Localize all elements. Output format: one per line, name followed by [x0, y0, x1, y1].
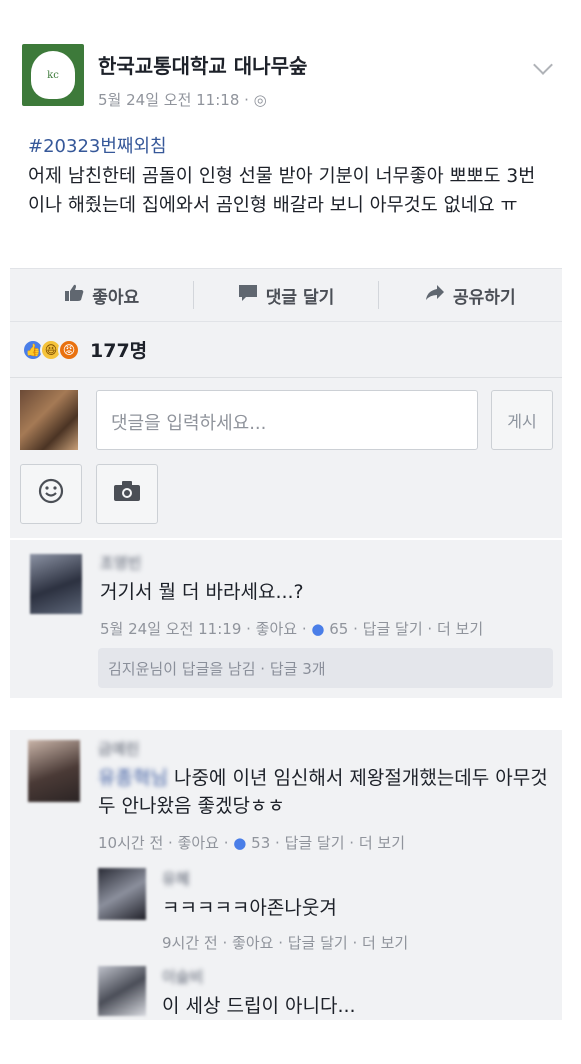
post-action-bar: 좋아요 댓글 달기 공유하기: [10, 268, 562, 322]
comment-bubble-icon: [238, 284, 258, 307]
post-text: 어제 남친한테 곰돌이 인형 선물 받아 기분이 너무좋아 뽀뽀도 3번이나 해…: [28, 166, 536, 216]
angry-icon: 😡: [58, 338, 80, 361]
post-header: kc 한국교통대학교 대나무숲 5월 24일 오전 11:18 · ◎: [10, 30, 562, 110]
reply-like-link[interactable]: 좋아요: [232, 934, 273, 952]
hashtag-link[interactable]: #20323번째외침: [28, 132, 544, 158]
reply-time[interactable]: 9시간 전 ·: [162, 934, 232, 952]
chevron-down-icon[interactable]: [533, 55, 553, 75]
comment-button[interactable]: 댓글 달기: [194, 269, 377, 321]
like-button-label: 좋아요: [92, 287, 140, 308]
comment-input[interactable]: 댓글을 입력하세요...: [96, 390, 478, 450]
comment-text: 거기서 뭘 더 바라세요...?: [100, 581, 304, 603]
post-card: kc 한국교통대학교 대나무숲 5월 24일 오전 11:18 · ◎ #203…: [10, 30, 562, 220]
comment-composer: 댓글을 입력하세요... 게시: [10, 378, 562, 538]
comment-item: 조영빈 거기서 뭘 더 바라세요...? 5월 24일 오전 11:19 · 좋…: [10, 540, 562, 698]
comment-time[interactable]: 5월 24일 오전 11:19 ·: [100, 620, 256, 638]
photo-button[interactable]: [96, 464, 158, 524]
page-logo: kc: [31, 51, 75, 99]
reply-link[interactable]: 답글 달기: [288, 934, 348, 952]
reactions-summary[interactable]: 👍 😆 😡 177명: [10, 322, 562, 378]
like-icon: ●: [311, 620, 325, 638]
reaction-count: 177명: [90, 340, 148, 362]
comment-author[interactable]: 조영빈: [100, 552, 141, 573]
emoji-button[interactable]: [20, 464, 82, 524]
avatar: [20, 390, 78, 450]
avatar[interactable]: [30, 554, 82, 614]
comment-like-link[interactable]: 좋아요: [178, 834, 219, 852]
reply-text: ㅋㅋㅋㅋㅋ아존나웃겨: [162, 897, 337, 919]
reaction-count[interactable]: 65: [329, 620, 348, 638]
avatar[interactable]: [98, 966, 146, 1016]
comment-author[interactable]: 금예린: [98, 738, 139, 759]
more-link[interactable]: 더 보기: [362, 934, 408, 952]
reply-author[interactable]: 유혜: [162, 868, 190, 889]
avatar[interactable]: [28, 740, 80, 802]
comment-text: 유종혁님 나중에 이년 임신해서 제왕절개했는데두 아무것두 안나왔음 좋겠당ㅎ…: [98, 764, 553, 820]
reply-link[interactable]: 답글 달기: [363, 620, 423, 638]
post-header-text: 한국교통대학교 대나무숲 5월 24일 오전 11:18 · ◎: [98, 50, 307, 110]
page-name[interactable]: 한국교통대학교 대나무숲: [98, 50, 307, 79]
reply-meta: 9시간 전 · 좋아요 · 답글 달기 · 더 보기: [162, 934, 409, 952]
tagged-user[interactable]: 유종혁님: [98, 767, 168, 789]
post-body: #20323번째외침 어제 남친한테 곰돌이 인형 선물 받아 기분이 너무좋아…: [10, 122, 562, 220]
like-icon: ●: [233, 834, 247, 852]
post-timestamp[interactable]: 5월 24일 오전 11:18 · ◎: [98, 89, 307, 110]
comment-item: 금예린 유종혁님 나중에 이년 임신해서 제왕절개했는데두 아무것두 안나왔음 …: [10, 730, 562, 1020]
camera-icon: [113, 480, 141, 508]
reaction-count[interactable]: 53: [251, 834, 270, 852]
more-link[interactable]: 더 보기: [359, 834, 405, 852]
comment-time[interactable]: 10시간 전 ·: [98, 834, 178, 852]
thumbs-up-icon: [64, 284, 84, 307]
comment-meta: 10시간 전 · 좋아요 · ● 53 · 답글 달기 · 더 보기: [98, 834, 406, 852]
share-arrow-icon: [425, 284, 445, 307]
share-button[interactable]: 공유하기: [379, 269, 562, 321]
like-button[interactable]: 좋아요: [10, 269, 193, 321]
page-avatar[interactable]: kc: [22, 44, 84, 106]
comment-like-link[interactable]: 좋아요: [256, 620, 297, 638]
post-comment-button[interactable]: 게시: [491, 390, 553, 450]
comment-button-label: 댓글 달기: [265, 287, 335, 308]
more-link[interactable]: 더 보기: [437, 620, 483, 638]
reply-link[interactable]: 답글 달기: [285, 834, 345, 852]
reply-summary[interactable]: 김지윤님이 답글을 남김 · 답글 3개: [98, 648, 553, 688]
comment-meta: 5월 24일 오전 11:19 · 좋아요 · ● 65 · 답글 달기 · 더…: [100, 620, 484, 638]
smiley-icon: [38, 478, 64, 510]
reply-author[interactable]: 이슬비: [162, 966, 203, 987]
share-button-label: 공유하기: [453, 287, 516, 308]
avatar[interactable]: [98, 868, 146, 920]
reply-text: 이 세상 드립이 아니다...: [162, 995, 356, 1017]
